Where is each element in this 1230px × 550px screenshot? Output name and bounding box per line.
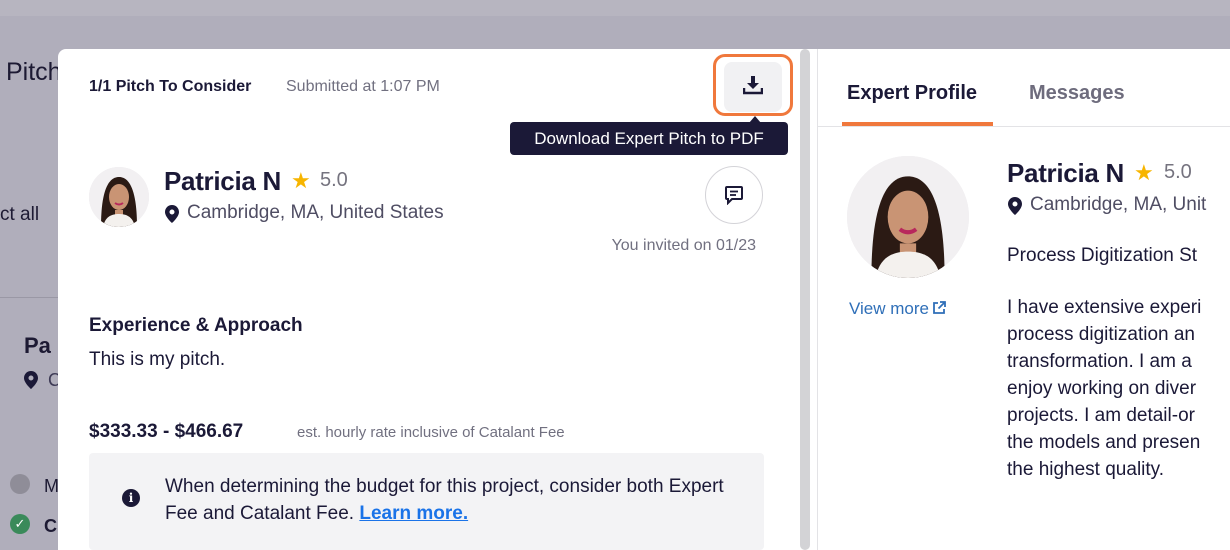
expert-avatar (89, 167, 149, 227)
view-more-label: View more (849, 299, 929, 318)
submitted-time: Submitted at 1:07 PM (286, 78, 440, 95)
location-pin-icon (165, 205, 179, 223)
expert-location: Cambridge, MA, United States (187, 202, 444, 223)
background-status-label: M (44, 476, 59, 496)
bio-line: transformation. I am a (1007, 351, 1192, 372)
external-link-icon (933, 301, 946, 314)
expert-name[interactable]: Patricia N (164, 166, 281, 197)
bio-line: enjoy working on diver (1007, 378, 1197, 399)
experience-heading: Experience & Approach (89, 315, 303, 336)
expert-rating: 5.0 (320, 169, 348, 191)
background-status-label-2: C (44, 516, 57, 536)
background-top-bar (0, 0, 1230, 16)
tabs-divider (818, 126, 1230, 127)
rate-range: $333.33 - $466.67 (89, 421, 244, 442)
profile-rating: 5.0 (1164, 161, 1192, 183)
download-icon (743, 76, 763, 95)
bio-line: projects. I am detail-or (1007, 405, 1195, 426)
background-location-pin-icon (24, 371, 38, 389)
rate-note: est. hourly rate inclusive of Catalant F… (297, 424, 565, 441)
learn-more-link[interactable]: Learn more. (359, 503, 468, 524)
tab-expert-profile[interactable]: Expert Profile (847, 82, 977, 105)
expert-profile-panel: Expert Profile Messages View more Patric… (818, 49, 1230, 550)
profile-title: Process Digitization St (1007, 245, 1198, 266)
star-icon: ★ (291, 168, 311, 193)
bio-line: the models and presen (1007, 432, 1201, 453)
message-expert-button[interactable] (705, 166, 763, 224)
profile-star-icon: ★ (1134, 160, 1154, 185)
background-radio-icon[interactable] (10, 474, 30, 494)
pitch-count: 1/1 Pitch To Consider (89, 78, 252, 95)
background-select-all[interactable]: ct all (0, 204, 39, 226)
bio-line: process digitization an (1007, 324, 1195, 345)
view-more-link[interactable]: View more (849, 299, 947, 319)
download-pdf-button[interactable] (724, 62, 782, 112)
profile-avatar (847, 156, 969, 278)
profile-location: Cambridge, MA, Unit (1030, 194, 1207, 215)
budget-info-box: i When determining the budget for this p… (89, 453, 764, 550)
pitch-panel: 1/1 Pitch To Consider Submitted at 1:07 … (58, 49, 798, 550)
profile-bio: I have extensive experi process digitiza… (1007, 294, 1201, 483)
budget-info-text: When determining the budget for this pro… (165, 473, 745, 527)
bio-line: I have extensive experi (1007, 297, 1202, 318)
avatar-illustration (89, 167, 149, 227)
pitch-modal: 1/1 Pitch To Consider Submitted at 1:07 … (58, 49, 1230, 550)
experience-text: This is my pitch. (89, 349, 226, 370)
invited-date: You invited on 01/23 (611, 237, 756, 254)
info-icon: i (122, 489, 140, 507)
profile-avatar-illustration (847, 156, 969, 278)
download-tooltip: Download Expert Pitch to PDF (510, 122, 788, 155)
background-check-icon: ✓ (10, 514, 30, 534)
background-page-title: Pitch (6, 58, 62, 86)
background-divider (0, 297, 58, 298)
tab-messages[interactable]: Messages (1029, 82, 1125, 105)
message-icon (725, 186, 743, 205)
bio-line: the highest quality. (1007, 459, 1165, 480)
profile-location-pin-icon (1008, 197, 1022, 215)
background-card-name: Pa (24, 333, 51, 358)
profile-name: Patricia N (1007, 158, 1124, 188)
pitch-scrollbar[interactable] (800, 49, 810, 550)
